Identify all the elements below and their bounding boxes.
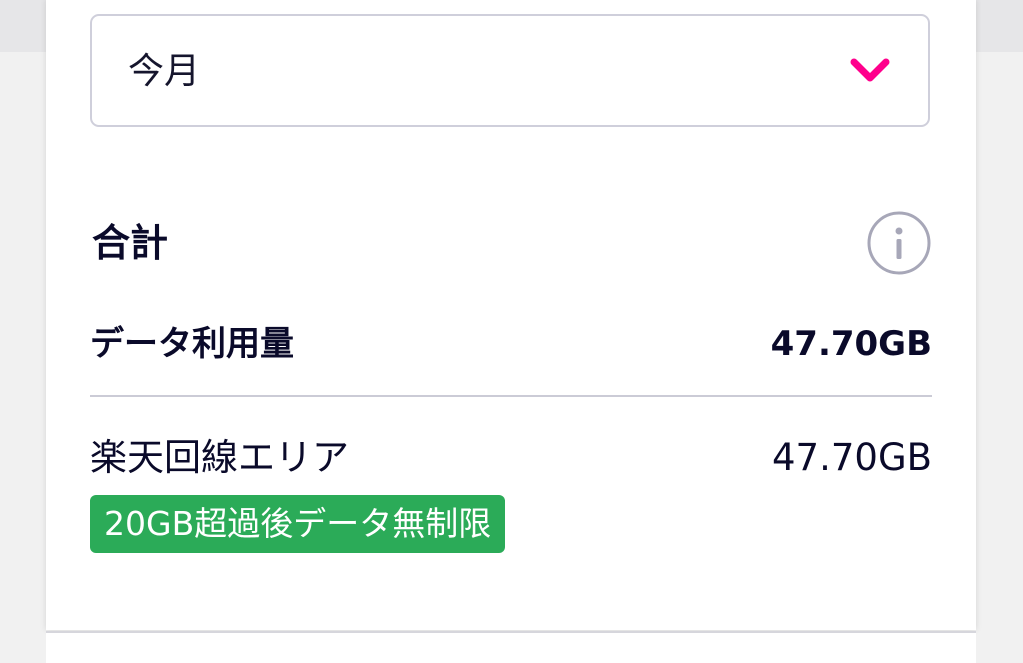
period-select-value: 今月 — [128, 51, 201, 92]
next-card-edge — [46, 631, 976, 663]
rakuten-area-value: 47.70GB — [772, 436, 932, 479]
divider — [90, 395, 932, 397]
unlimited-data-badge: 20GB超過後データ無制限 — [90, 495, 506, 553]
data-usage-label: データ利用量 — [90, 324, 294, 364]
rakuten-area-label: 楽天回線エリア — [90, 436, 349, 479]
data-usage-value: 47.70GB — [770, 324, 932, 364]
summary-title: 合計 — [92, 221, 169, 265]
period-select[interactable]: 今月 — [90, 14, 930, 127]
info-icon[interactable] — [866, 210, 932, 276]
chevron-down-icon — [850, 58, 890, 82]
